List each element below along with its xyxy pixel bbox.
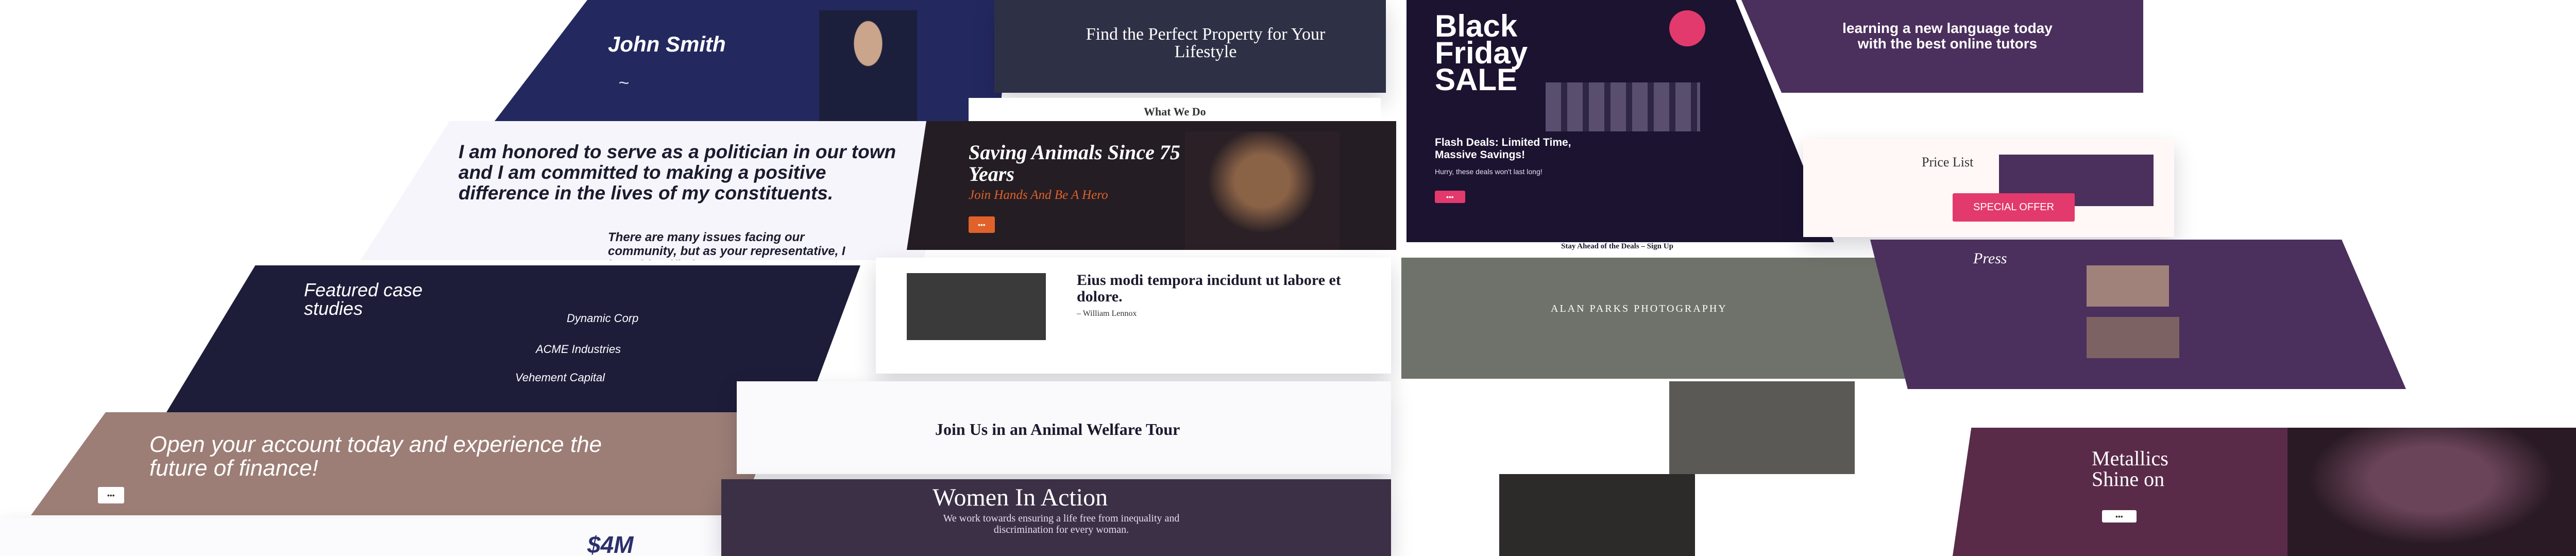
animals-title: Saving Animals Since 75 Years: [969, 141, 1180, 186]
politician-hero-tile: John Smith ~: [495, 0, 1010, 121]
finance-stat-tile: $4M: [0, 518, 773, 556]
politician-portrait: [819, 10, 917, 121]
learning-tile: learning a new language today with the b…: [1741, 0, 2143, 93]
finance-cta-title: Open your account today and experience t…: [149, 432, 602, 481]
property-sub-tile: What We Do: [969, 98, 1381, 121]
elder-portrait: [907, 273, 1046, 340]
case-dynamic: Dynamic Corp: [567, 312, 639, 325]
women-title: Women In Action: [933, 484, 1108, 511]
politician-name: John Smith: [608, 32, 726, 56]
metallics-tile: Metallics Shine on •••: [1953, 428, 2576, 556]
politician-quote-tile: I am honored to serve as a politician in…: [361, 121, 953, 260]
animals-quote-title: Eius modi tempora incidunt ut labore et …: [1077, 272, 1341, 305]
case-acme: ACME Industries: [536, 343, 621, 356]
press-tile: Press: [1870, 240, 2406, 389]
bf-signup-tile: Stay Ahead of the Deals – Sign Up: [1406, 242, 1834, 251]
couple-photo: [1669, 381, 1855, 474]
press-title: Press: [1973, 250, 2007, 267]
property-tile: Find the Perfect Property for Your Lifes…: [994, 0, 1386, 93]
wedding-title: ALAN PARKS PHOTOGRAPHY: [1551, 303, 1727, 314]
bf-flash: Flash Deals: Limited Time, Massive Savin…: [1435, 137, 1571, 161]
bf-products: [1546, 82, 1700, 131]
lion-photo: [1185, 131, 1340, 250]
finance-title: Featured case studies: [304, 279, 423, 319]
bf-hurry: Hurry, these deals won't last long!: [1435, 167, 1543, 176]
wedding-tile: ALAN PARKS PHOTOGRAPHY: [1401, 258, 1906, 379]
animals-hero-tile: Saving Animals Since 75 Years Join Hands…: [907, 121, 1396, 250]
bf-stay: Stay Ahead of the Deals – Sign Up: [1561, 242, 1673, 250]
bf-shop-button[interactable]: •••: [1435, 191, 1465, 203]
press-photo-2: [2087, 317, 2179, 358]
donate-button[interactable]: •••: [969, 216, 995, 233]
press-photo-1: [2087, 265, 2169, 307]
open-account-button[interactable]: •••: [98, 487, 124, 503]
model-portrait: [2287, 428, 2576, 556]
couple-photo-2: [1499, 474, 1695, 556]
signature: ~: [618, 72, 630, 93]
price-title: Price List: [1922, 155, 1974, 170]
case-vehement: Vehement Capital: [515, 371, 605, 384]
women-tile: Women In Action We work towards ensuring…: [721, 479, 1391, 556]
animals-tour-title: Join Us in an Animal Welfare Tour: [935, 420, 1180, 439]
finance-stat: $4M: [587, 531, 634, 556]
politician-issues: There are many issues facing our communi…: [608, 230, 845, 260]
bf-badge: [1669, 10, 1705, 46]
politician-quote: I am honored to serve as a politician in…: [459, 141, 896, 204]
learning-title: learning a new language today with the b…: [1842, 20, 2053, 52]
bf-title: Black Friday SALE: [1435, 9, 1528, 97]
property-title: Find the Perfect Property for Your Lifes…: [1086, 25, 1326, 61]
animals-quote-author: – William Lennox: [1077, 309, 1137, 318]
metallics-title: Metallics Shine on: [2092, 447, 2168, 491]
women-subtitle: We work towards ensuring a life free fro…: [943, 513, 1180, 535]
price-tile: Price List SPECIAL OFFER: [1803, 139, 2174, 237]
property-subtitle: What We Do: [1144, 105, 1206, 118]
metallics-shop-button[interactable]: •••: [2102, 510, 2137, 523]
special-offer-button[interactable]: SPECIAL OFFER: [1953, 193, 2075, 222]
templates-showcase: John Smith ~ I am honored to serve as a …: [0, 0, 2576, 556]
animals-tour-tile: Join Us in an Animal Welfare Tour: [737, 381, 1391, 474]
animals-tagline: Join Hands And Be A Hero: [969, 188, 1108, 202]
animals-quote-tile: Eius modi tempora incidunt ut labore et …: [876, 258, 1391, 374]
finance-cta-tile: Open your account today and experience t…: [31, 412, 778, 515]
